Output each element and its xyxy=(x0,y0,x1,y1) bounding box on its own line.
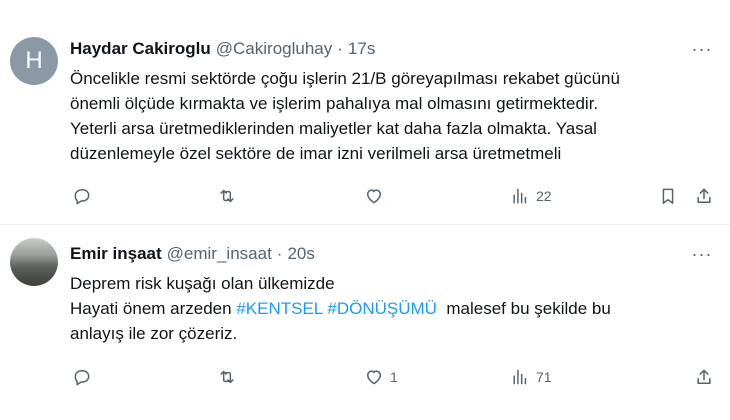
separator-dot: · xyxy=(276,244,283,263)
more-icon[interactable]: ··· xyxy=(690,38,714,60)
like-icon xyxy=(367,189,381,204)
share-button[interactable] xyxy=(694,184,714,208)
share-icon xyxy=(697,188,711,203)
timestamp[interactable]: 17s xyxy=(348,39,375,59)
tweet-header: Haydar Cakiroglu @Cakirogluhay · 17s ··· xyxy=(70,38,718,60)
reply-icon xyxy=(74,189,90,205)
tweet-text: Öncelikle resmi sektörde çoğu işlerin 21… xyxy=(70,66,718,166)
retweet-icon xyxy=(220,189,234,203)
retweet-button[interactable] xyxy=(217,184,243,208)
views-count: 22 xyxy=(536,188,552,204)
action-bar: 22 xyxy=(70,184,718,208)
author-handle[interactable]: @emir_insaat xyxy=(167,244,272,264)
tweet-text-line: Yeterli arsa üretmediklerinden maliyetle… xyxy=(70,119,597,138)
author-name[interactable]: Haydar Cakiroglu xyxy=(70,39,211,59)
views-button[interactable]: 71 xyxy=(510,365,552,389)
reply-button[interactable] xyxy=(72,365,98,389)
like-button[interactable]: 1 xyxy=(364,365,398,389)
reply-button[interactable] xyxy=(72,184,98,208)
text-segment: malesef bu şekilde bu xyxy=(436,299,611,318)
text-segment: Hayati önem arzeden xyxy=(70,299,237,318)
tweet-content: Emir inşaat @emir_insaat · 20s ··· Depre… xyxy=(70,243,718,346)
tweet-text-line: Öncelikle resmi sektörde çoğu işlerin 21… xyxy=(70,69,620,88)
views-count: 71 xyxy=(536,369,552,385)
tweet[interactable]: H Haydar Cakiroglu @Cakirogluhay · 17s ·… xyxy=(0,0,730,225)
hashtag-link[interactable]: #KENTSEL xyxy=(236,299,322,318)
hashtag-link[interactable]: #DÖNÜŞÜMÜ xyxy=(327,299,437,318)
author-name[interactable]: Emir inşaat xyxy=(70,244,162,264)
views-icon xyxy=(513,188,527,204)
reply-icon xyxy=(74,370,90,386)
views-button[interactable]: 22 xyxy=(510,184,552,208)
tweet-text: Deprem risk kuşağı olan ülkemizde Hayati… xyxy=(70,271,718,346)
tweet[interactable]: Emir inşaat @emir_insaat · 20s ··· Depre… xyxy=(0,226,730,420)
share-button[interactable] xyxy=(694,365,714,389)
action-bar: 1 71 xyxy=(70,365,718,389)
like-count: 1 xyxy=(390,369,398,385)
author-handle[interactable]: @Cakirogluhay xyxy=(216,39,332,59)
timestamp[interactable]: 20s xyxy=(287,244,314,264)
share-icon xyxy=(697,369,711,384)
like-icon xyxy=(367,370,381,385)
tweet-header: Emir inşaat @emir_insaat · 20s ··· xyxy=(70,243,718,265)
avatar[interactable] xyxy=(10,238,58,286)
like-button[interactable] xyxy=(364,184,390,208)
tweet-text-line: düzenlemeyle özel sektöre de imar izni v… xyxy=(70,144,562,163)
tweet-text-line: anlayış ile zor çözeriz. xyxy=(70,324,238,343)
tweet-content: Haydar Cakiroglu @Cakirogluhay · 17s ···… xyxy=(70,38,718,166)
retweet-button[interactable] xyxy=(217,365,243,389)
views-icon xyxy=(513,369,527,385)
retweet-icon xyxy=(220,370,234,384)
avatar[interactable]: H xyxy=(10,37,58,85)
more-icon[interactable]: ··· xyxy=(690,243,714,265)
tweet-text-line: önemli ölçüde kırmakta ve işlerim pahalı… xyxy=(70,94,599,113)
separator-dot: · xyxy=(337,39,343,58)
tweet-text-line: Deprem risk kuşağı olan ülkemizde xyxy=(70,274,335,293)
tweet-text-line: Hayati önem arzeden #KENTSEL #DÖNÜŞÜMÜ m… xyxy=(70,296,718,321)
bookmark-button[interactable] xyxy=(658,184,678,208)
bookmark-icon xyxy=(662,188,674,204)
